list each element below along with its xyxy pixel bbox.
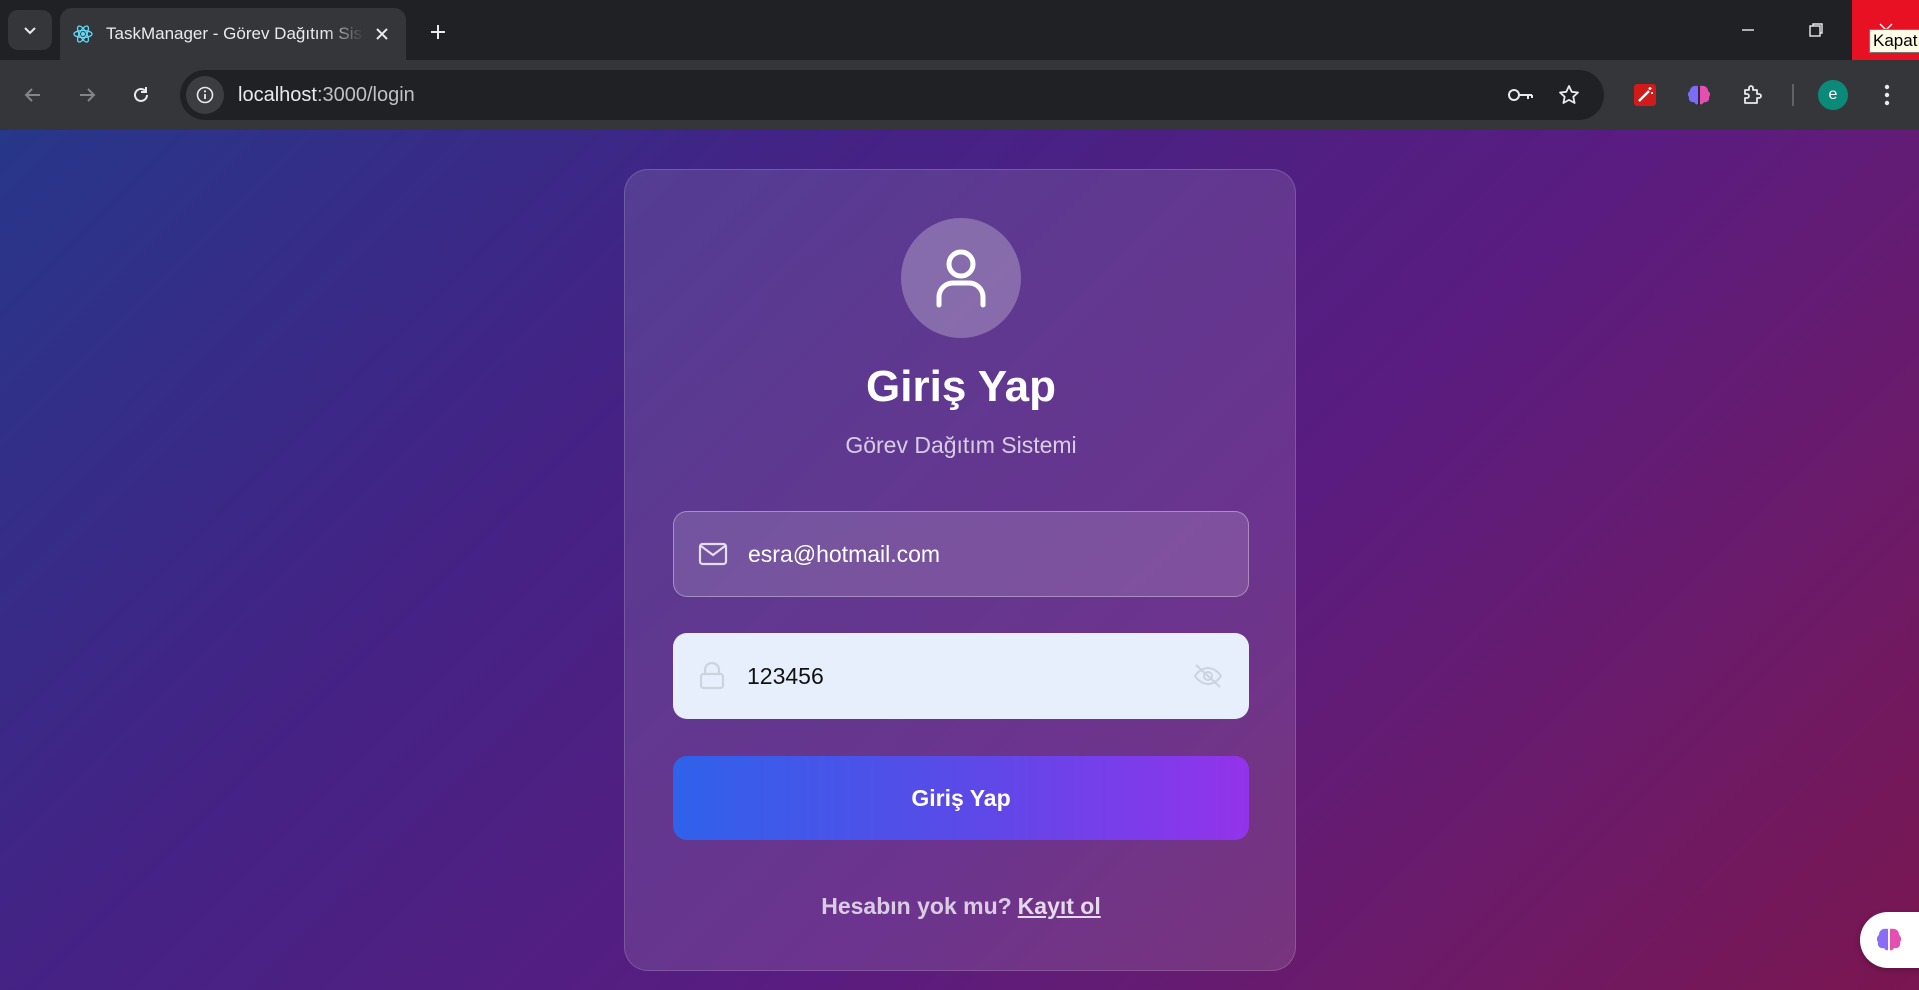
password-input[interactable] xyxy=(747,662,1191,690)
user-icon xyxy=(936,249,986,308)
password-field[interactable] xyxy=(673,633,1249,719)
minimize-icon xyxy=(1742,29,1754,31)
register-link[interactable]: Kayıt ol xyxy=(1018,893,1101,919)
login-page: Giriş Yap Görev Dağıtım Sistemi Giriş Ya… xyxy=(0,130,1919,990)
minimize-button[interactable] xyxy=(1718,0,1778,60)
url-text: localhost:3000/login xyxy=(238,84,415,107)
register-prompt: Hesabın yok mu? xyxy=(821,893,1012,919)
arrow-right-icon xyxy=(80,88,96,102)
floating-assistant-button[interactable] xyxy=(1860,912,1919,968)
more-vertical-icon xyxy=(1884,84,1890,106)
profile-avatar[interactable]: e xyxy=(1818,80,1848,110)
extensions-puzzle-icon[interactable] xyxy=(1734,76,1772,114)
close-tooltip: Kapat xyxy=(1869,29,1919,53)
browser-menu-button[interactable] xyxy=(1868,76,1906,114)
magic-wand-extension-icon[interactable] xyxy=(1626,76,1664,114)
site-info-icon[interactable] xyxy=(186,76,224,114)
back-button[interactable] xyxy=(14,76,52,114)
bookmark-star-icon[interactable] xyxy=(1550,76,1588,114)
login-submit-button[interactable]: Giriş Yap xyxy=(673,756,1249,840)
reload-button[interactable] xyxy=(122,76,160,114)
lock-icon xyxy=(697,661,727,691)
browser-tab-strip: TaskManager - Görev Dağıtım Sistemi Kapa… xyxy=(0,0,1919,60)
react-icon xyxy=(72,23,94,45)
url-host: localhost xyxy=(238,83,317,106)
brain-icon xyxy=(1876,928,1902,951)
page-subtitle: Görev Dağıtım Sistemi xyxy=(845,432,1077,458)
tab-search-button[interactable] xyxy=(8,10,52,50)
reload-icon xyxy=(134,87,148,102)
brain-extension-icon[interactable] xyxy=(1680,76,1718,114)
browser-tab[interactable]: TaskManager - Görev Dağıtım Sistemi xyxy=(60,8,406,60)
forward-button[interactable] xyxy=(68,76,106,114)
close-tab-icon[interactable] xyxy=(370,22,394,46)
browser-toolbar: localhost:3000/login e xyxy=(0,60,1919,130)
email-input[interactable] xyxy=(748,540,1224,568)
url-path: :3000/login xyxy=(316,83,415,106)
restore-button[interactable] xyxy=(1786,0,1846,60)
chevron-down-icon xyxy=(24,27,36,35)
login-card: Giriş Yap Görev Dağıtım Sistemi Giriş Ya… xyxy=(624,169,1296,971)
mail-icon xyxy=(698,539,728,569)
restore-icon xyxy=(1809,23,1823,37)
password-key-icon[interactable] xyxy=(1502,76,1540,114)
new-tab-button[interactable] xyxy=(420,14,456,50)
arrow-left-icon xyxy=(24,88,40,102)
address-bar[interactable]: localhost:3000/login xyxy=(180,70,1604,120)
page-title: Giriş Yap xyxy=(866,362,1056,411)
plus-icon xyxy=(431,25,445,39)
email-field[interactable] xyxy=(673,511,1249,597)
toolbar-divider xyxy=(1792,84,1794,106)
user-avatar xyxy=(901,218,1021,338)
eye-off-icon[interactable] xyxy=(1191,659,1225,693)
tab-title: TaskManager - Görev Dağıtım Sistemi xyxy=(106,24,364,43)
register-row: Hesabın yok mu? Kayıt ol xyxy=(625,893,1297,920)
